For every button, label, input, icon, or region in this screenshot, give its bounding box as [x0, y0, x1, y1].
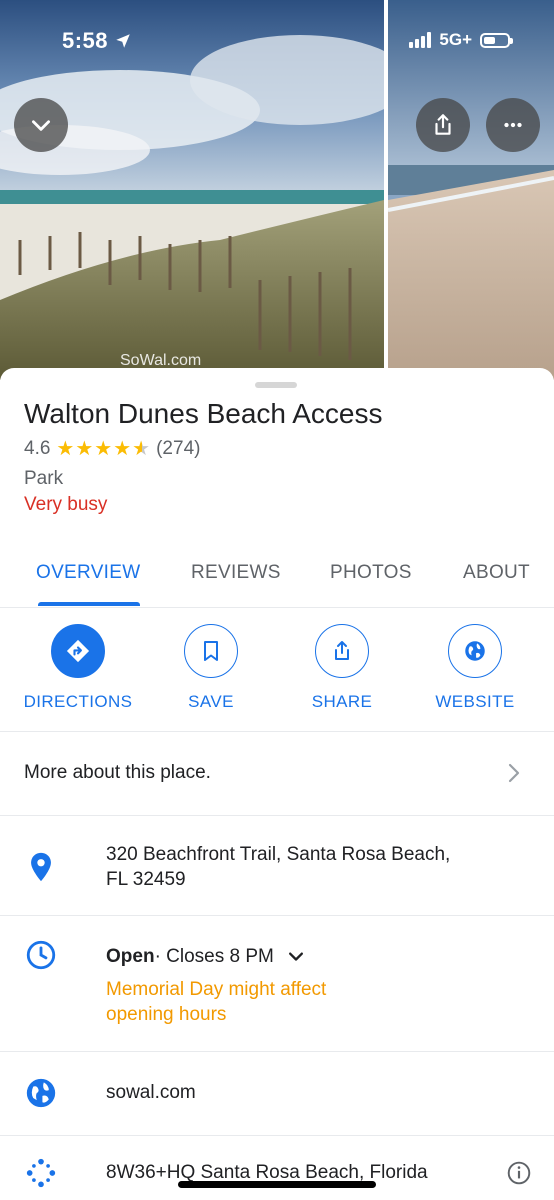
share-icon — [335, 641, 349, 660]
share-icon — [435, 114, 451, 135]
location-arrow-icon — [116, 34, 130, 48]
signal-icon — [409, 32, 432, 48]
battery-icon — [480, 32, 513, 48]
star-half-icon: ★ — [132, 438, 151, 460]
rating-value: 4.6 — [24, 438, 51, 459]
website-label: WEBSITE — [435, 692, 515, 711]
globe-icon — [465, 641, 485, 661]
more-about-row[interactable]: More about this place. — [0, 732, 554, 816]
address-text: 320 Beachfront Trail, Santa Rosa Beach, … — [106, 842, 450, 892]
action-buttons: DIRECTIONS SAVE SHARE WEBSITE — [0, 624, 554, 732]
place-category: Park — [24, 468, 64, 489]
photo-header[interactable]: 5:58 5G+ SoWal.com — [0, 0, 554, 380]
star-icon: ★ — [56, 438, 75, 460]
expand-hours-icon[interactable] — [286, 947, 306, 967]
closing-time: · Closes 8 PM — [154, 946, 274, 967]
share-button[interactable]: SHARE — [277, 624, 407, 712]
rating-stars: ★ ★ ★ ★ ★ — [56, 439, 150, 459]
more-options-button[interactable] — [486, 98, 540, 152]
save-label: SAVE — [188, 692, 234, 711]
directions-button[interactable]: DIRECTIONS — [13, 624, 143, 712]
review-count: (274) — [156, 438, 201, 459]
sheet-grabber[interactable] — [255, 382, 297, 388]
place-title: Walton Dunes Beach Access — [24, 398, 383, 429]
bookmark-icon — [204, 641, 218, 661]
tab-overview[interactable]: OVERVIEW — [36, 562, 140, 584]
address-row[interactable]: 320 Beachfront Trail, Santa Rosa Beach, … — [0, 816, 554, 916]
tab-reviews[interactable]: REVIEWS — [191, 562, 281, 584]
website-text[interactable]: sowal.com — [106, 1080, 196, 1105]
share-photo-button[interactable] — [416, 98, 470, 152]
network-label: 5G+ — [439, 30, 472, 49]
info-icon[interactable] — [506, 1160, 532, 1186]
photo-dunes[interactable] — [0, 0, 384, 380]
globe-icon — [26, 1078, 56, 1108]
location-pin-icon — [31, 852, 51, 882]
tab-bar: OVERVIEW REVIEWS PHOTOS ABOUT — [0, 558, 554, 608]
open-status: Open — [106, 946, 155, 967]
plus-code-row[interactable]: 8W36+HQ Santa Rosa Beach, Florida — [0, 1136, 554, 1200]
photo-beach[interactable] — [388, 0, 554, 380]
status-indicators: 5G+ — [409, 30, 513, 50]
holiday-warning-line2: opening hours — [106, 1004, 227, 1025]
home-indicator[interactable] — [178, 1181, 376, 1188]
busy-status: Very busy — [24, 494, 108, 515]
share-label: SHARE — [311, 692, 373, 711]
star-icon: ★ — [94, 438, 113, 460]
star-icon: ★ — [113, 438, 132, 460]
chevron-right-icon — [508, 763, 520, 783]
tab-photos[interactable]: PHOTOS — [330, 562, 412, 584]
chevron-down-icon — [32, 120, 50, 131]
more-about-text: More about this place. — [24, 762, 211, 783]
directions-icon — [66, 639, 90, 663]
rating-row[interactable]: 4.6 ★ ★ ★ ★ ★ (274) — [24, 438, 200, 460]
star-icon: ★ — [75, 438, 94, 460]
active-tab-indicator — [38, 602, 140, 606]
holiday-warning-line1: Memorial Day might affect — [106, 979, 327, 1000]
directions-label: DIRECTIONS — [23, 692, 133, 711]
clock-icon — [26, 940, 56, 970]
collapse-button[interactable] — [14, 98, 68, 152]
place-sheet: Walton Dunes Beach Access 4.6 ★ ★ ★ ★ ★ … — [0, 368, 554, 1200]
address-line1: 320 Beachfront Trail, Santa Rosa Beach, — [106, 844, 451, 865]
hours-text: Open · Closes 8 PM Memorial Day might af… — [106, 944, 326, 1027]
plus-code-icon — [26, 1158, 56, 1188]
tab-about[interactable]: ABOUT — [463, 562, 530, 584]
address-line2: FL 32459 — [106, 869, 186, 890]
more-horizontal-icon — [504, 122, 522, 128]
save-button[interactable]: SAVE — [146, 624, 276, 712]
website-button[interactable]: WEBSITE — [410, 624, 540, 712]
status-time: 5:58 — [62, 28, 132, 54]
hours-row[interactable]: Open · Closes 8 PM Memorial Day might af… — [0, 916, 554, 1052]
website-row[interactable]: sowal.com — [0, 1052, 554, 1136]
